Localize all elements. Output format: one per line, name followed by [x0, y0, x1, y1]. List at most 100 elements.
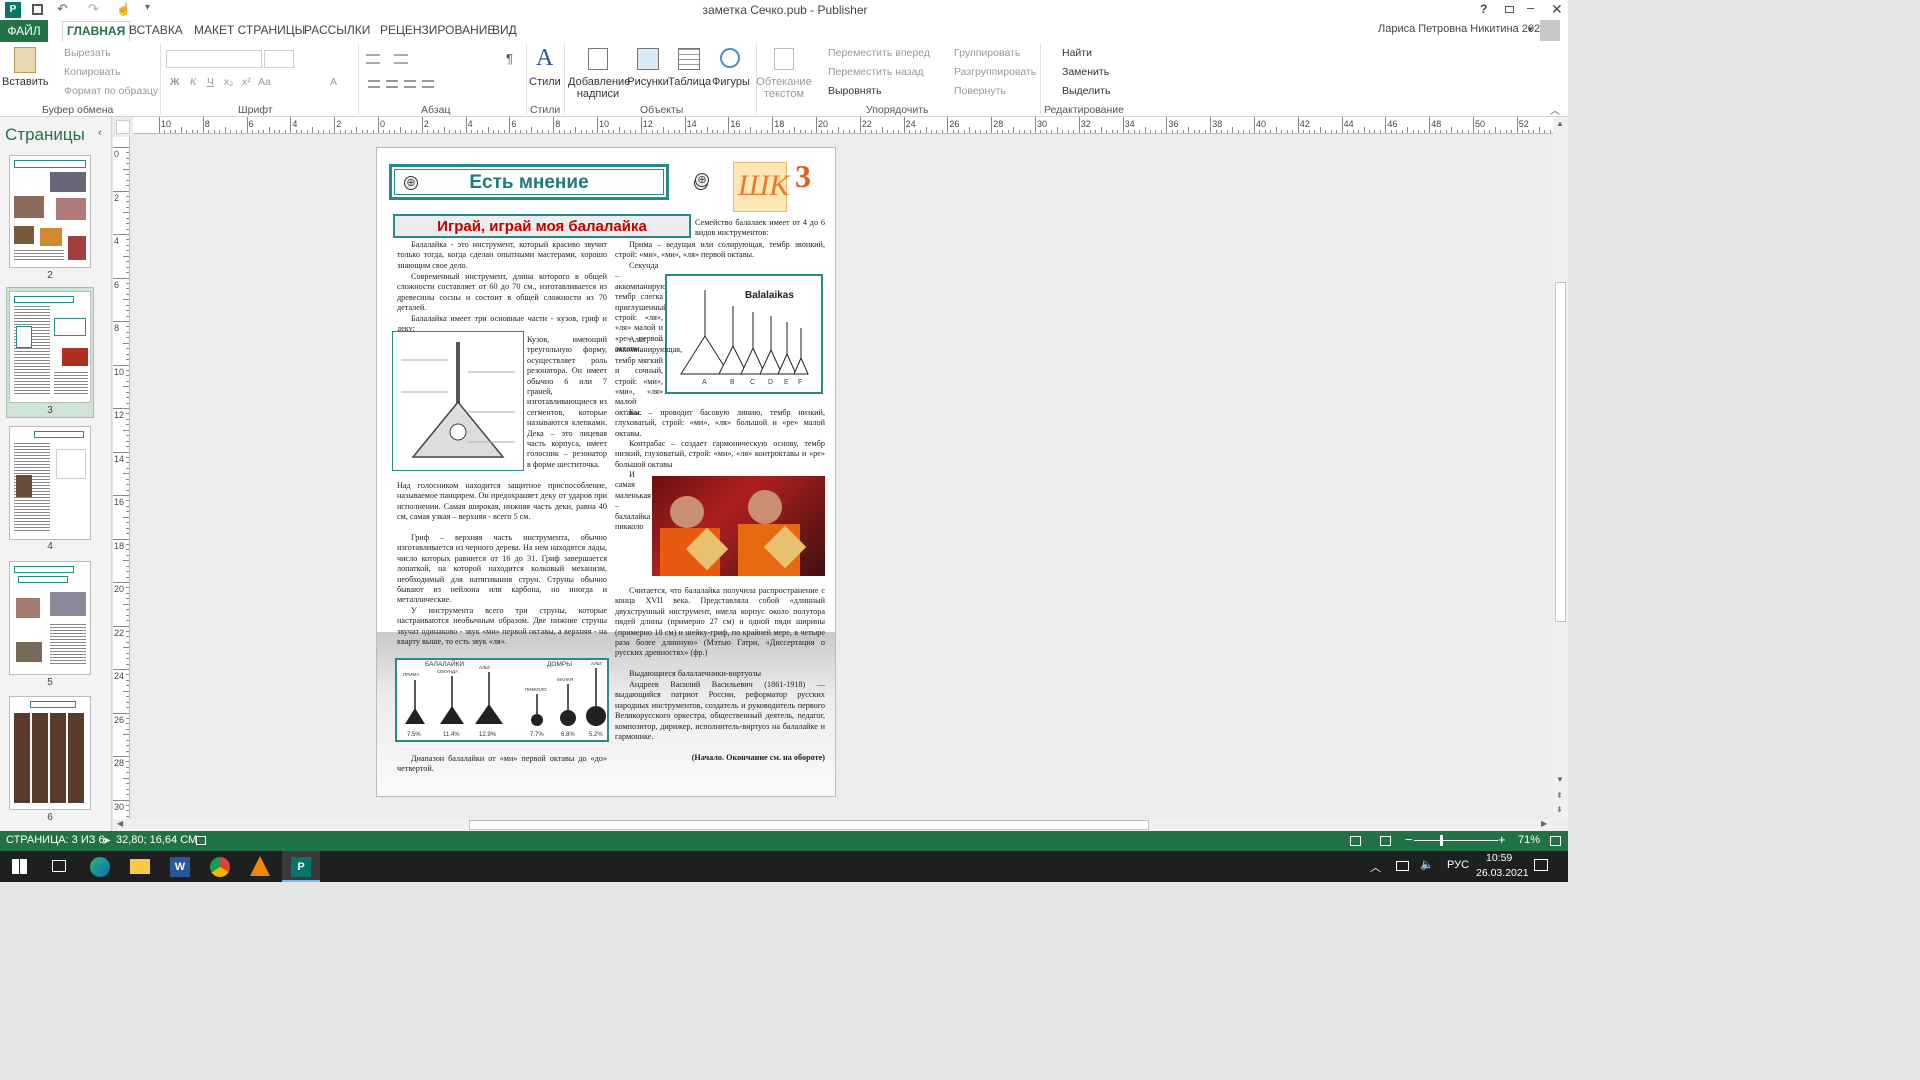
show-formatting-button[interactable]: ¶ [506, 51, 513, 66]
network-icon[interactable] [1396, 861, 1409, 871]
superscript-button[interactable]: x² [242, 76, 251, 88]
scroll-up-arrow-icon[interactable]: ▲ [1556, 119, 1564, 128]
right-paragraph-8[interactable]: Выдающиеся балалаечники-виртуозы [615, 669, 825, 679]
vertical-scroll-thumb[interactable] [1555, 282, 1566, 622]
page-thumbnail-4[interactable] [9, 426, 91, 540]
pictures-button[interactable]: Рисунки [626, 76, 670, 88]
wrap-text-button[interactable]: Обтекание текстом [756, 76, 812, 100]
balalaika-diagram-figure[interactable] [392, 331, 524, 471]
right-paragraph-9[interactable]: Андреев Василий Васильевич (1861-1918) —… [615, 680, 825, 742]
add-textbox-button[interactable]: Добавление надписи [568, 76, 630, 100]
next-page-icon[interactable]: ⇟ [1556, 805, 1563, 814]
page-thumbnail-2[interactable] [9, 155, 91, 268]
styles-button[interactable]: Стили [528, 76, 562, 88]
previous-page-icon[interactable]: ⇞ [1556, 791, 1563, 800]
vlc-player-icon[interactable] [250, 856, 270, 876]
format-painter-button[interactable]: Формат по образцу [64, 85, 158, 97]
scroll-left-arrow-icon[interactable]: ◀ [117, 819, 123, 828]
bold-button[interactable]: Ж [170, 76, 180, 88]
zoom-level[interactable]: 71% [1518, 834, 1540, 846]
edge-browser-icon[interactable] [90, 857, 110, 877]
right-paragraph-7[interactable]: Считается, что балалайка получила распро… [615, 586, 825, 659]
collapse-ribbon-icon[interactable]: ︿ [1550, 102, 1560, 117]
children-balalaika-photo[interactable] [652, 476, 825, 576]
bring-forward-button[interactable]: Переместить вперед [828, 47, 930, 59]
rotate-button[interactable]: Повернуть [954, 85, 1006, 97]
right-paragraph-6[interactable]: И самая маленькая – балалайка пикколо [615, 470, 651, 532]
italic-button[interactable]: К [190, 76, 196, 88]
clock-time[interactable]: 10:59 [1486, 852, 1512, 864]
quick-access-dropdown-icon[interactable]: ▾ [145, 2, 150, 13]
align-left-icon[interactable] [368, 80, 380, 88]
undo-icon[interactable]: ↶ [57, 1, 68, 17]
horizontal-ruler[interactable]: 10 8 6 4 2 0 2 4 6 8 10 12 14 16 18 20 22 24 26 28 30 32 34 36 3… [133, 117, 1553, 134]
section-banner[interactable]: ⊕ Есть мнение ⊕ [389, 164, 708, 200]
ungroup-button[interactable]: Разгруппировать [954, 66, 1036, 78]
table-icon[interactable] [678, 48, 700, 70]
tab-review[interactable]: РЕЦЕНЗИРОВАНИЕ [380, 23, 495, 37]
vertical-ruler[interactable]: 0 2 4 6 8 10 12 14 16 18 20 22 24 26 28 30 [113, 137, 130, 819]
font-color-button[interactable]: A [330, 76, 337, 88]
clock-date[interactable]: 26.03.2021 [1476, 867, 1529, 879]
collapse-panel-icon[interactable]: ‹ [98, 127, 102, 139]
right-paragraph-3[interactable]: Альт – аккомпанирующая, тембр мягкий и с… [615, 335, 682, 418]
left-paragraph-4[interactable]: Над голосником находится защитное приспо… [397, 481, 607, 523]
balalaikas-figure[interactable]: Balalaikas A B C D E F [665, 274, 823, 394]
styles-icon[interactable]: A [536, 45, 553, 72]
input-language[interactable]: РУС [1447, 859, 1469, 871]
vertical-scrollbar[interactable]: ▲ ▼ ⇞ ⇟ [1553, 117, 1568, 819]
right-paragraph-1[interactable]: Прима – ведущая или солирующая, тембр зв… [615, 240, 825, 261]
user-name[interactable]: Лариса Петровна Никитина 2020 [1378, 23, 1546, 35]
tab-page-layout[interactable]: МАКЕТ СТРАНИЦЫ [194, 23, 305, 37]
left-paragraph-5[interactable]: Гриф – верхняя часть инструмента, обычно… [397, 533, 607, 606]
font-size-box[interactable] [264, 50, 294, 68]
right-paragraph-5[interactable]: Контрабас – создает гармоническую основу… [615, 439, 825, 470]
left-paragraph-6[interactable]: У инструмента всего три струны, которые … [397, 606, 607, 648]
tab-insert[interactable]: ВСТАВКА [129, 23, 183, 37]
tab-mailings[interactable]: РАССЫЛКИ [304, 23, 370, 37]
paste-icon[interactable] [14, 47, 36, 73]
justify-icon[interactable] [422, 80, 434, 88]
textbox-icon[interactable] [588, 48, 608, 70]
group-objects-button[interactable]: Группировать [954, 47, 1020, 59]
left-paragraph-7[interactable]: Диапазон балалайки от «ми» первой октавы… [397, 754, 607, 775]
intro-right-text[interactable]: Семейство балалаек имеет от 4 до 6 видов… [695, 218, 825, 239]
touch-mode-icon[interactable]: ☝ [116, 2, 131, 16]
notifications-icon[interactable] [1534, 859, 1548, 871]
align-center-icon[interactable] [386, 80, 398, 88]
zoom-slider[interactable] [1414, 835, 1498, 846]
scroll-right-arrow-icon[interactable]: ▶ [1541, 819, 1547, 828]
instruments-comparison-figure[interactable]: БАЛАЛАЙКИ ДОМРЫ ПРИМА СЕКУНДА АЛЬТ ПИККО… [395, 658, 609, 742]
volume-icon[interactable]: 🔈 [1420, 858, 1434, 871]
single-page-view-icon[interactable] [1350, 836, 1361, 846]
align-button[interactable]: Выровнять [828, 85, 882, 97]
zoom-out-button[interactable]: − [1405, 832, 1413, 847]
select-button[interactable]: Выделить [1062, 85, 1110, 97]
wrap-text-icon[interactable] [774, 48, 794, 70]
page-indicator[interactable]: СТРАНИЦА: 3 ИЗ 6 [6, 834, 105, 846]
font-name-box[interactable] [166, 50, 262, 68]
send-backward-button[interactable]: Переместить назад [828, 66, 924, 78]
page-thumbnail-3[interactable] [9, 291, 91, 403]
save-icon[interactable] [32, 4, 43, 15]
file-explorer-icon[interactable] [130, 859, 150, 874]
tab-file[interactable]: ФАЙЛ [0, 20, 48, 42]
tab-view[interactable]: ВИД [492, 23, 517, 37]
find-button[interactable]: Найти [1062, 47, 1092, 59]
pictures-icon[interactable] [637, 48, 659, 70]
numbering-icon[interactable] [394, 54, 408, 64]
document-workspace[interactable]: 10 8 6 4 2 0 2 4 6 8 10 12 14 16 18 20 22 24 26 28 30 32 34 36 3… [113, 117, 1568, 831]
user-dropdown-icon[interactable]: ▾ [1528, 24, 1533, 35]
right-paragraph-4[interactable]: Бас – проводит басовую линию, тембр низк… [615, 408, 825, 439]
page-thumbnail-6[interactable] [9, 696, 91, 810]
shapes-button[interactable]: Фигуры [710, 76, 752, 88]
word-app-icon[interactable]: W [170, 857, 190, 877]
change-case-button[interactable]: Aa [258, 76, 271, 88]
subscript-button[interactable]: x₂ [224, 76, 233, 88]
minimize-button[interactable]: – [1527, 0, 1534, 15]
paste-button[interactable]: Вставить [2, 76, 49, 88]
left-wrap-text[interactable]: Кузов, имеющий треугольную форму, осущес… [527, 335, 607, 470]
shapes-icon[interactable] [720, 48, 740, 68]
cut-button[interactable]: Вырезать [64, 47, 111, 59]
page-thumbnail-5[interactable] [9, 561, 91, 675]
